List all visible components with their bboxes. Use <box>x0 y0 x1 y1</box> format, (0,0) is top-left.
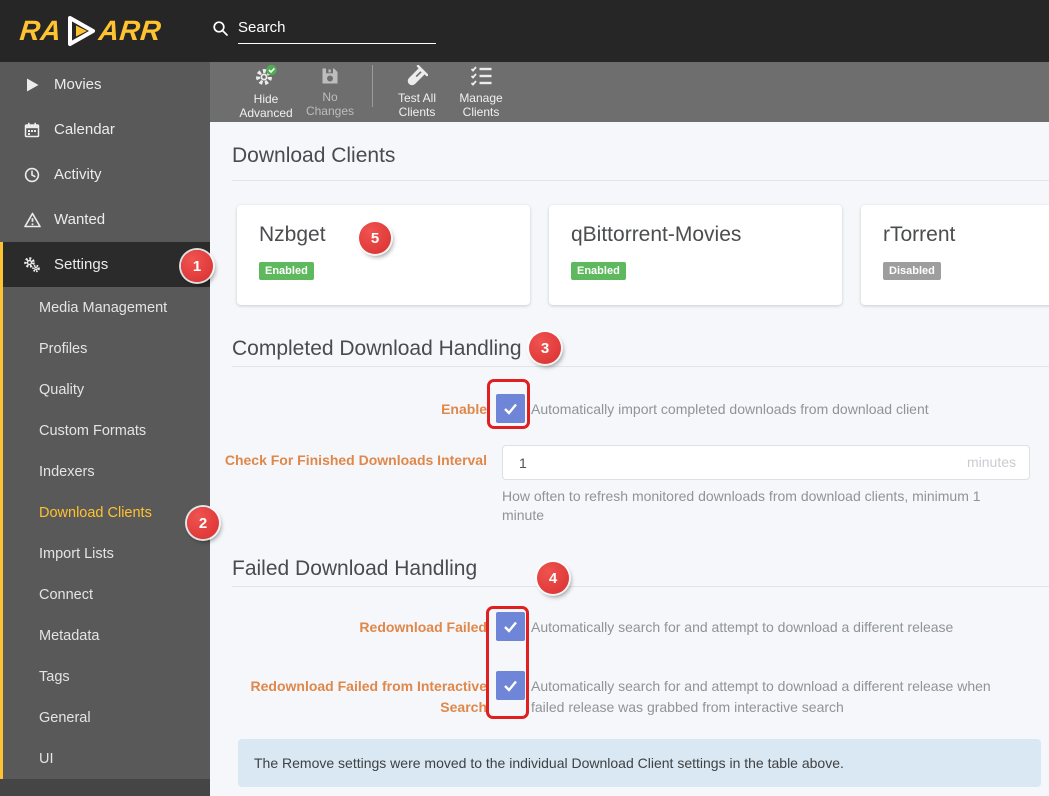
info-message: The Remove settings were moved to the in… <box>238 739 1041 787</box>
redownload-interactive-help-text: Automatically search for and attempt to … <box>531 678 991 715</box>
search-input[interactable]: Search <box>238 19 436 44</box>
sub-item-label: Quality <box>39 381 85 398</box>
tool-btn-label: No Changes <box>305 90 355 118</box>
redownload-failed-help-text: Automatically search for and attempt to … <box>531 619 954 635</box>
settings-group: Settings Media Management Profiles Quali… <box>0 242 210 779</box>
sidebar-item-indexers[interactable]: Indexers <box>3 451 210 492</box>
sub-item-label: Connect <box>39 586 94 603</box>
download-client-cards: Nzbget Enabled qBittorrent-Movies Enable… <box>237 205 1049 305</box>
settings-page: Download Clients Nzbget Enabled qBittorr… <box>210 122 1049 796</box>
sub-item-label: Indexers <box>39 463 95 480</box>
sidebar-item-label: Activity <box>54 166 102 183</box>
calendar-icon <box>23 122 41 138</box>
top-header: RA ARR Search <box>0 0 1049 62</box>
failed-download-handling-heading: Failed Download Handling <box>232 557 1049 587</box>
sidebar-item-quality[interactable]: Quality <box>3 369 210 410</box>
sidebar-item-label: Wanted <box>54 211 106 228</box>
gears-icon <box>23 256 41 273</box>
hide-advanced-button[interactable]: Hide Advanced <box>236 64 296 120</box>
interval-input[interactable] <box>502 445 1030 480</box>
client-name: qBittorrent-Movies <box>571 223 742 246</box>
redownload-interactive-label: Redownload Failed from Interactive Searc… <box>250 678 488 715</box>
radarr-logo[interactable]: RA ARR <box>0 13 210 49</box>
sub-item-label: Import Lists <box>39 545 114 562</box>
completed-download-handling-heading: Completed Download Handling <box>232 337 1049 367</box>
interval-help-text: How often to refresh monitored downloads… <box>502 488 981 523</box>
logo-text-left: RA <box>18 15 64 46</box>
sub-item-label: Download Clients <box>39 504 152 521</box>
play-icon <box>23 77 41 93</box>
sidebar-item-download-clients[interactable]: Download Clients <box>3 492 210 533</box>
sub-item-label: Metadata <box>39 627 100 644</box>
save-icon <box>320 66 340 86</box>
advanced-settings-icon <box>254 64 278 88</box>
logo-text-right: ARR <box>97 15 164 46</box>
sidebar-item-tags[interactable]: Tags <box>3 656 210 697</box>
enable-help-text: Automatically import completed downloads… <box>531 401 929 417</box>
sidebar-item-connect[interactable]: Connect <box>3 574 210 615</box>
sidebar-item-import-lists[interactable]: Import Lists <box>3 533 210 574</box>
redownload-failed-label: Redownload Failed <box>359 619 487 635</box>
enable-checkbox[interactable] <box>496 394 525 423</box>
page-title: Download Clients <box>232 144 396 167</box>
client-card-nzbget[interactable]: Nzbget Enabled <box>237 205 530 305</box>
clock-icon <box>23 167 41 183</box>
test-all-clients-button[interactable]: Test All Clients <box>387 65 447 119</box>
sidebar-item-movies[interactable]: Movies <box>0 62 210 107</box>
status-badge: Disabled <box>883 262 941 280</box>
tool-btn-label: Manage Clients <box>459 91 503 119</box>
test-tube-icon <box>406 65 428 87</box>
redownload-interactive-checkbox[interactable] <box>496 671 525 700</box>
client-name: Nzbget <box>259 223 326 246</box>
list-check-icon <box>470 65 493 87</box>
search-icon <box>212 20 229 37</box>
interval-label: Check For Finished Downloads Interval <box>224 452 487 468</box>
sidebar-item-metadata[interactable]: Metadata <box>3 615 210 656</box>
sidebar-item-custom-formats[interactable]: Custom Formats <box>3 410 210 451</box>
sidebar-item-label: Settings <box>54 256 109 273</box>
enable-label: Enable <box>441 401 487 417</box>
redownload-failed-checkbox[interactable] <box>496 612 525 641</box>
sub-item-label: UI <box>39 750 54 767</box>
status-badge: Enabled <box>259 262 314 280</box>
sub-item-label: Tags <box>39 668 70 685</box>
sidebar-item-settings[interactable]: Settings <box>3 242 210 287</box>
client-card-rtorrent[interactable]: rTorrent Disabled <box>861 205 1049 305</box>
radarr-app: RA ARR Search Movies Calendar Activity W… <box>0 0 1049 796</box>
manage-clients-button[interactable]: Manage Clients <box>451 65 511 119</box>
sidebar-item-media-management[interactable]: Media Management <box>3 287 210 328</box>
sub-item-label: Custom Formats <box>39 422 147 439</box>
redownload-interactive-row: Redownload Failed from Interactive Searc… <box>210 671 1049 718</box>
interval-row: Check For Finished Downloads Interval mi… <box>210 445 1049 525</box>
search-bar[interactable]: Search <box>212 19 436 44</box>
enable-row: Enable Automatically import completed do… <box>210 394 1049 423</box>
client-card-qbittorrent-movies[interactable]: qBittorrent-Movies Enabled <box>549 205 842 305</box>
sidebar-item-label: Movies <box>54 76 102 93</box>
warning-icon <box>23 212 41 228</box>
info-message-text: The Remove settings were moved to the in… <box>254 755 844 771</box>
sidebar-item-profiles[interactable]: Profiles <box>3 328 210 369</box>
play-logo-icon <box>62 13 98 49</box>
no-changes-button[interactable]: No Changes <box>300 66 360 118</box>
status-badge: Enabled <box>571 262 626 280</box>
sidebar: Movies Calendar Activity Wanted Settings… <box>0 62 210 796</box>
sub-item-label: General <box>39 709 91 726</box>
sub-item-label: Media Management <box>39 299 168 316</box>
tool-btn-label: Hide Advanced <box>239 92 293 120</box>
sub-item-label: Profiles <box>39 340 88 357</box>
sidebar-item-label: Calendar <box>54 121 115 138</box>
tool-btn-label: Test All Clients <box>397 91 436 119</box>
page-toolbar: Hide Advanced No Changes Test All Client… <box>210 62 1049 122</box>
toolbar-divider <box>372 65 373 107</box>
sidebar-item-activity[interactable]: Activity <box>0 152 210 197</box>
sidebar-item-wanted[interactable]: Wanted <box>0 197 210 242</box>
sidebar-item-ui[interactable]: UI <box>3 738 210 779</box>
interval-unit: minutes <box>966 454 1016 470</box>
sidebar-item-general[interactable]: General <box>3 697 210 738</box>
redownload-failed-row: Redownload Failed Automatically search f… <box>210 612 1049 641</box>
sidebar-item-system-partial <box>0 779 210 796</box>
sidebar-item-calendar[interactable]: Calendar <box>0 107 210 152</box>
client-name: rTorrent <box>883 223 956 246</box>
